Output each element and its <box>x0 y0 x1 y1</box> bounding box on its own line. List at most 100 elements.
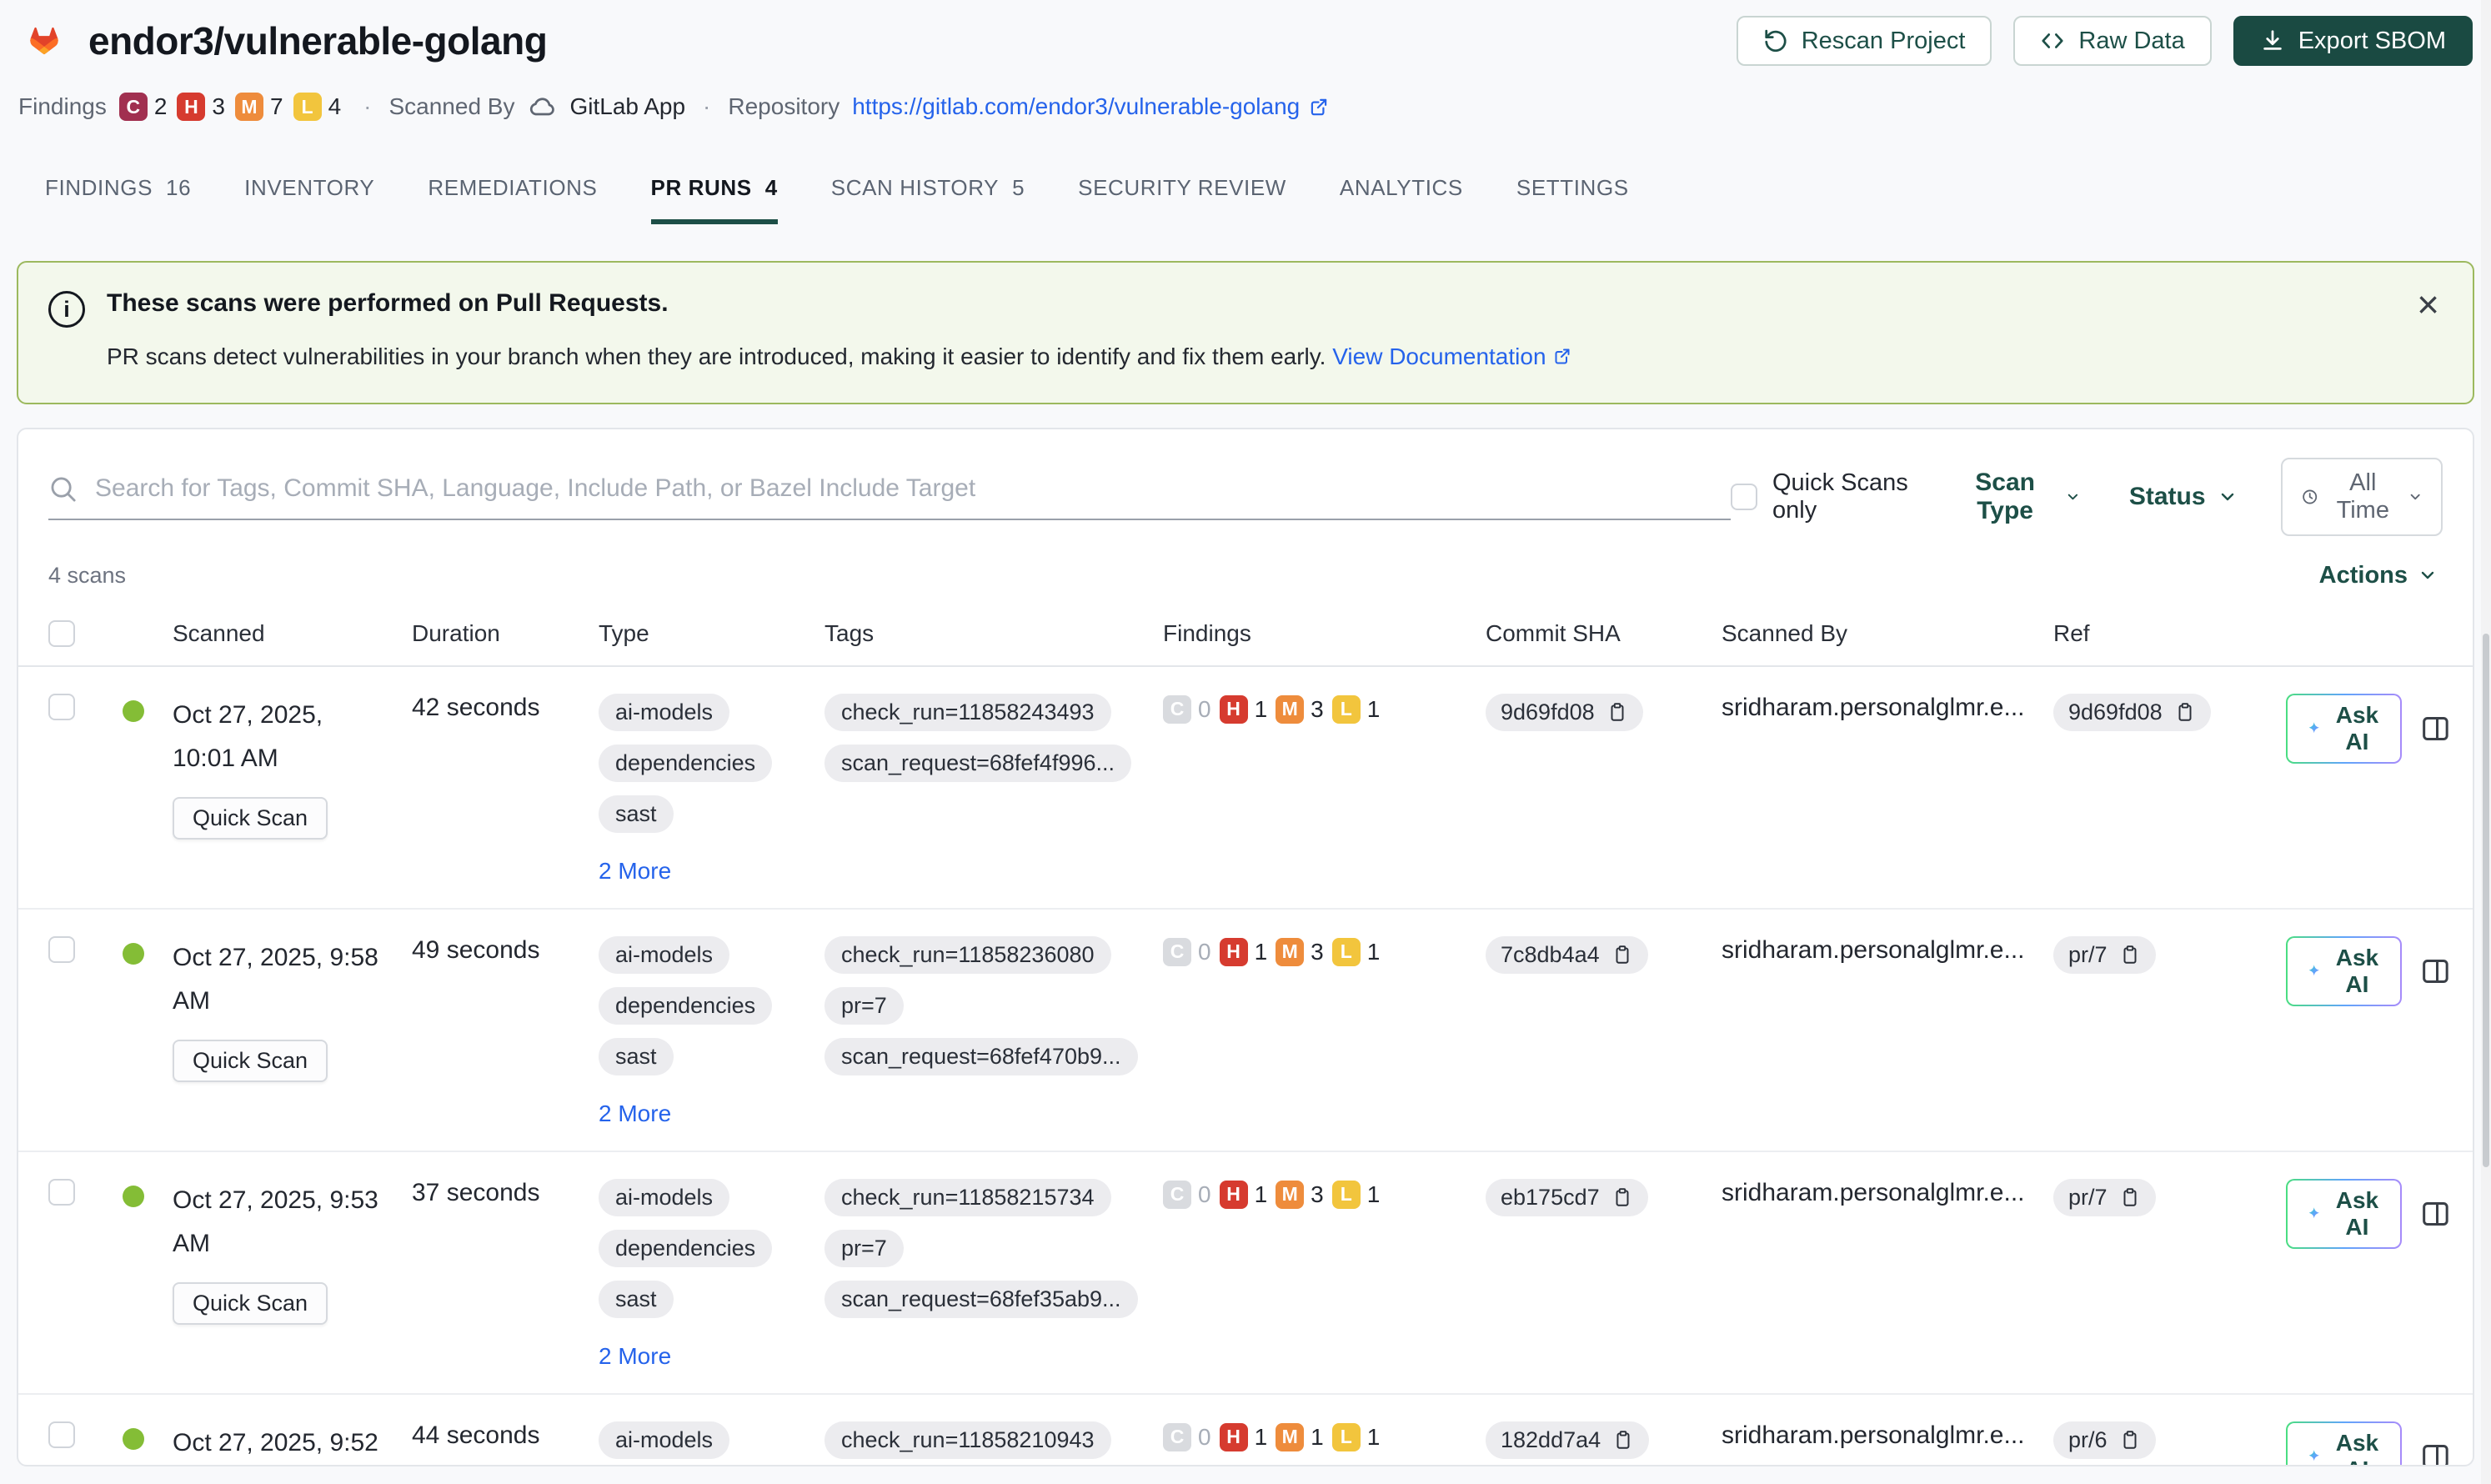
tab-inventory[interactable]: INVENTORY <box>244 175 374 224</box>
more-types-link[interactable]: 2 More <box>599 858 671 885</box>
column-header-type: Type <box>599 619 649 646</box>
tag-pill: scan_request=68fef35ab9... <box>824 1280 1138 1318</box>
copy-icon[interactable] <box>1611 1186 1633 1208</box>
severity-badge-l-icon: L <box>293 93 322 121</box>
ask-ai-button[interactable]: Ask AI <box>2286 935 2403 1006</box>
copy-icon[interactable] <box>2119 944 2141 965</box>
ref-pill[interactable]: pr/7 <box>2053 935 2156 974</box>
page-scrollbar[interactable] <box>2481 0 2491 1484</box>
open-side-panel-button[interactable] <box>2418 1440 2452 1465</box>
quick-scans-checkbox[interactable] <box>1731 483 1757 510</box>
banner-title: These scans were performed on Pull Reque… <box>107 289 669 317</box>
more-types-link[interactable]: 2 More <box>599 1343 671 1370</box>
actions-dropdown[interactable]: Actions <box>2314 561 2443 590</box>
ask-ai-inner: Ask AI <box>2288 937 2401 1005</box>
commit-sha-pill[interactable]: 7c8db4a4 <box>1486 935 1648 974</box>
severity-badge-h-icon: H <box>1219 937 1248 966</box>
repository-label: Repository <box>728 93 840 119</box>
tab-label: ANALYTICS <box>1339 175 1463 200</box>
status-label: Status <box>2128 482 2206 510</box>
time-range-label: All Time <box>2336 469 2389 524</box>
scan-type-dropdown[interactable]: Scan Type <box>1952 468 2086 526</box>
ref-pill[interactable]: pr/7 <box>2053 1178 2156 1216</box>
commit-sha-pill[interactable]: 9d69fd08 <box>1486 693 1643 731</box>
type-pill: ai-models <box>599 935 730 974</box>
time-range-dropdown[interactable]: All Time <box>2280 457 2443 536</box>
tab-scan-history[interactable]: SCAN HISTORY 5 <box>831 175 1025 224</box>
quick-scans-only-toggle[interactable]: Quick Scans only <box>1731 469 1913 524</box>
tag-pill: pr=7 <box>824 986 904 1025</box>
type-cell: ai-modelsdependenciessast2 More <box>599 1178 824 1370</box>
copy-icon[interactable] <box>2119 1186 2141 1208</box>
severity-badge-c-icon: C <box>1163 1422 1191 1451</box>
type-pill: ai-models <box>599 1421 730 1459</box>
copy-icon[interactable] <box>1606 701 1628 723</box>
repository-url: https://gitlab.com/endor3/vulnerable-gol… <box>852 93 1301 119</box>
type-cell: ai-modelsdependenciessast2 More <box>599 1421 824 1465</box>
tab-findings[interactable]: FINDINGS 16 <box>45 175 191 224</box>
tag-pill: check_run=11858215734 <box>824 1178 1111 1216</box>
severity-count-value: 1 <box>1254 1181 1268 1207</box>
tab-security-review[interactable]: SECURITY REVIEW <box>1078 175 1286 224</box>
severity-badge-h-icon: H <box>1219 694 1248 724</box>
row-actions: Ask AI <box>2286 1178 2473 1249</box>
commit-sha-pill[interactable]: 182dd7a4 <box>1486 1421 1650 1459</box>
ask-ai-button[interactable]: Ask AI <box>2286 693 2403 764</box>
row-checkbox[interactable] <box>48 935 75 963</box>
tab-settings[interactable]: SETTINGS <box>1516 175 1629 224</box>
commit-sha-cell: 7c8db4a4 <box>1486 935 1722 974</box>
tab-remediations[interactable]: REMEDIATIONS <box>428 175 597 224</box>
ref-cell: pr/6 <box>2053 1421 2286 1459</box>
tab-analytics[interactable]: ANALYTICS <box>1340 175 1463 224</box>
view-documentation-link[interactable]: View Documentation <box>1332 343 1572 369</box>
repository-link[interactable]: https://gitlab.com/endor3/vulnerable-gol… <box>852 93 1330 120</box>
severity-count-value: 4 <box>328 93 342 119</box>
ref-pill[interactable]: pr/6 <box>2053 1421 2156 1459</box>
copy-icon[interactable] <box>2174 701 2196 723</box>
open-side-panel-button[interactable] <box>2418 955 2452 988</box>
scrollbar-thumb[interactable] <box>2483 634 2489 1167</box>
copy-icon[interactable] <box>2119 1429 2141 1451</box>
banner-close-button[interactable]: × <box>2412 284 2444 324</box>
row-checkbox[interactable] <box>48 1421 75 1448</box>
severity-badge-c-icon: C <box>1163 937 1191 966</box>
cloud-icon <box>527 92 557 122</box>
rescan-project-button[interactable]: Rescan Project <box>1736 16 1992 66</box>
status-dropdown[interactable]: Status <box>2124 482 2243 512</box>
duration-value: 42 seconds <box>412 693 540 721</box>
sparkle-diamond-icon <box>2308 965 2319 976</box>
external-link-icon <box>1311 98 1327 116</box>
open-side-panel-button[interactable] <box>2418 712 2452 745</box>
search-input[interactable] <box>93 473 1731 504</box>
tab-pr-runs[interactable]: PR RUNS 4 <box>650 175 778 224</box>
commit-sha-pill[interactable]: eb175cd7 <box>1486 1178 1648 1216</box>
more-types-link[interactable]: 2 More <box>599 1100 671 1127</box>
page-title: endor3/vulnerable-golang <box>88 19 548 63</box>
raw-data-button[interactable]: Raw Data <box>2013 16 2212 66</box>
commit-sha-cell: 182dd7a4 <box>1486 1421 1722 1459</box>
code-icon <box>2042 33 2064 48</box>
open-side-panel-button[interactable] <box>2418 1197 2452 1231</box>
sparkle-diamond-icon <box>2308 722 2319 734</box>
severity-count-value: 1 <box>1311 1423 1324 1450</box>
ask-ai-button[interactable]: Ask AI <box>2286 1178 2403 1249</box>
ref-pill[interactable]: 9d69fd08 <box>2053 693 2211 731</box>
findings-severity-counts: C2H3M7L4 <box>118 93 346 121</box>
ask-ai-button[interactable]: Ask AI <box>2286 1421 2403 1465</box>
copy-icon[interactable] <box>1611 944 1633 965</box>
export-sbom-button[interactable]: Export SBOM <box>2233 16 2473 66</box>
select-all-checkbox[interactable] <box>48 619 75 647</box>
tags-cell: check_run=11858243493 scan_request=68fef4… <box>824 693 1163 782</box>
commit-sha-value: 9d69fd08 <box>1501 699 1595 724</box>
row-checkbox[interactable] <box>48 693 75 720</box>
scan-status-dot <box>123 699 144 722</box>
findings-label: Findings <box>18 93 107 119</box>
severity-badge-l-icon: L <box>1331 1422 1361 1451</box>
ref-value: pr/7 <box>2068 941 2108 967</box>
copy-icon[interactable] <box>1612 1429 1634 1451</box>
ask-ai-label: Ask AI <box>2335 1186 2379 1240</box>
severity-count-h: H1 <box>1219 1422 1273 1451</box>
tag-pill: check_run=11858243493 <box>824 693 1111 731</box>
row-checkbox[interactable] <box>48 1178 75 1206</box>
sparkle-diamond-icon <box>2308 1450 2319 1461</box>
